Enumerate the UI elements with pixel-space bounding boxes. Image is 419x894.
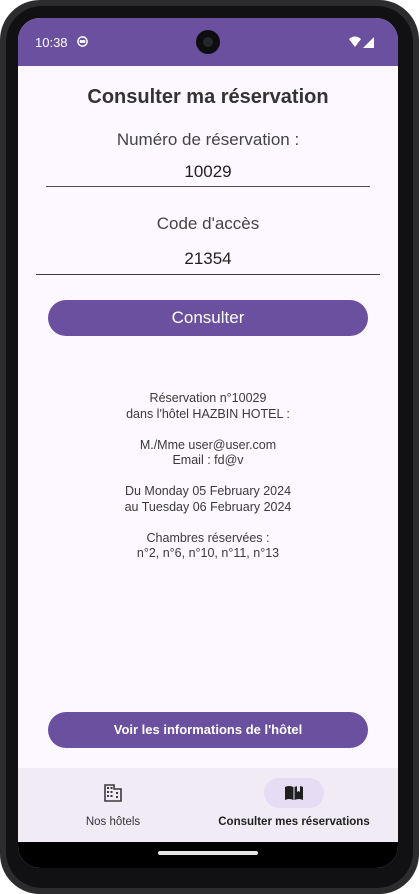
app-screen: 10:38 Consulter ma réservation Numéro de… — [18, 18, 398, 868]
nav-label-reservations: Consulter mes réservations — [218, 816, 370, 828]
phone-frame: 10:38 Consulter ma réservation Numéro de… — [0, 0, 419, 894]
end-date-text: au Tuesday 06 February 2024 — [124, 499, 292, 514]
rooms-label-text: Chambres réservées : — [146, 530, 270, 545]
consult-button[interactable]: Consulter — [48, 300, 368, 336]
camera-cutout — [196, 30, 220, 54]
nav-indicator-hotels — [83, 778, 143, 808]
hotel-name-text: dans l'hôtel HAZBIN HOTEL : — [126, 406, 290, 421]
reservation-number-label: Numéro de réservation : — [116, 130, 300, 149]
access-code-label: Code d'accès — [156, 214, 260, 233]
reservation-number-text: Réservation n°10029 — [149, 391, 267, 405]
building-icon — [104, 784, 122, 802]
nav-item-reservations[interactable]: Consulter mes réservations — [190, 768, 398, 842]
nav-item-hotels[interactable]: Nos hôtels — [18, 768, 208, 842]
reservation-number-value: 10029 — [184, 162, 232, 181]
home-gesture-pill[interactable] — [158, 851, 258, 855]
guest-email-text: Email : fd@v — [172, 453, 244, 467]
book-icon — [285, 786, 303, 800]
wifi-signal-icon — [349, 36, 374, 48]
access-code-value: 21354 — [184, 249, 232, 268]
system-navigation-bar — [18, 842, 398, 868]
guest-name-text: M./Mme user@user.com — [139, 437, 277, 452]
rooms-list-text: n°2, n°6, n°10, n°11, n°13 — [136, 546, 280, 560]
bottom-navigation: Nos hôtels Consulter mes réservations — [18, 768, 398, 842]
access-code-input[interactable]: 21354 — [36, 248, 380, 275]
reservation-number-input[interactable]: 10029 — [46, 161, 370, 187]
status-time: 10:38 — [35, 35, 68, 50]
start-date-text: Du Monday 05 February 2024 — [124, 484, 292, 498]
nav-label-hotels: Nos hôtels — [85, 816, 141, 828]
notification-icon — [77, 36, 88, 47]
status-bar: 10:38 — [18, 18, 398, 66]
reservation-details: Réservation n°10029 dans l'hôtel HAZBIN … — [18, 391, 398, 562]
page-title: Consulter ma réservation — [87, 86, 329, 108]
nav-indicator-reservations — [264, 778, 324, 808]
hotel-info-button[interactable]: Voir les informations de l'hôtel — [48, 712, 368, 748]
